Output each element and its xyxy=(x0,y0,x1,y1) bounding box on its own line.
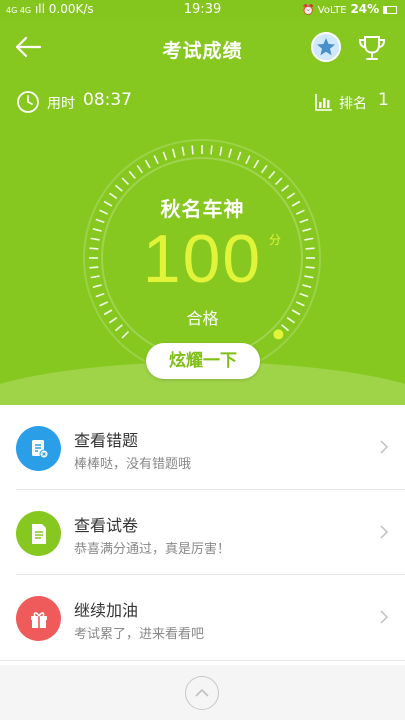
page-title: 考试成绩 xyxy=(162,40,243,62)
list-item-keep-going[interactable]: 继续加油 考试累了，进来看看吧 xyxy=(0,575,405,659)
status-bar: 4G 4G ıll 0.00K/s 19:39 ⏰ VoLTE 24% xyxy=(0,0,405,20)
scroll-up-button[interactable] xyxy=(185,676,219,710)
pass-status: 合格 xyxy=(186,309,219,328)
gauge-tick xyxy=(144,159,151,169)
time-label: 用时 xyxy=(47,96,75,112)
gauge-tick xyxy=(121,330,130,339)
action-list: 查看错题 棒棒哒，没有错题哦 查看试卷 恭喜满分通过，真是厉害！ 继续加油 考试… xyxy=(0,405,405,665)
time-value: 08:37 xyxy=(83,90,132,110)
gauge-tick xyxy=(114,184,123,192)
chevron-right-icon xyxy=(380,610,389,624)
clock-icon xyxy=(17,91,39,113)
list-item-exam-paper[interactable]: 查看试卷 恭喜满分通过，真是厉害！ xyxy=(0,490,405,574)
gauge-tick xyxy=(136,164,144,174)
gauge-tick xyxy=(181,146,185,156)
battery-level: 24% xyxy=(350,2,380,16)
gift-icon xyxy=(16,596,61,641)
gauge-tick xyxy=(171,148,176,158)
share-button[interactable]: 炫耀一下 xyxy=(146,343,260,379)
gauge-tick xyxy=(219,146,223,156)
star-icon xyxy=(317,38,335,56)
stats-row: 用时 08:37 排名 1 xyxy=(0,88,405,116)
item-subtitle: 恭喜满分通过，真是厉害！ xyxy=(74,542,231,557)
level-title: 秋名车神 xyxy=(160,197,245,221)
trophy-icon[interactable] xyxy=(357,33,387,63)
chevron-right-icon xyxy=(380,525,389,539)
gauge-tick xyxy=(268,170,276,179)
chevron-up-icon xyxy=(195,688,209,697)
bottom-bar xyxy=(0,665,405,720)
battery-icon xyxy=(383,5,397,14)
gauge-tick xyxy=(191,145,194,155)
item-subtitle: 考试累了，进来看看吧 xyxy=(74,627,205,642)
status-right: ⏰ VoLTE 24% xyxy=(302,2,397,16)
gauge-tick xyxy=(121,177,130,186)
item-title: 继续加油 xyxy=(74,601,139,620)
rank-value: 1 xyxy=(378,90,389,110)
alarm-icon: ⏰ VoLTE xyxy=(302,5,347,16)
item-subtitle: 棒棒哒，没有错题哦 xyxy=(74,457,192,472)
star-badge-icon[interactable] xyxy=(311,32,341,62)
gauge-tick xyxy=(260,164,268,174)
list-item-wrong-answers[interactable]: 查看错题 棒棒哒，没有错题哦 xyxy=(0,405,405,489)
gauge-indicator xyxy=(273,329,284,340)
score-unit: 分 xyxy=(269,233,282,247)
item-title: 查看试卷 xyxy=(74,516,139,535)
gauge-tick xyxy=(274,177,283,186)
gauge-tick xyxy=(162,151,168,161)
gauge-tick xyxy=(281,184,290,192)
gauge-tick xyxy=(253,159,260,169)
gauge-tick xyxy=(228,148,233,158)
gauge-tick xyxy=(153,155,159,165)
divider xyxy=(0,660,405,661)
gauge-tick xyxy=(128,170,136,179)
wrong-answers-icon xyxy=(16,426,61,471)
item-title: 查看错题 xyxy=(74,431,139,450)
gauge-tick xyxy=(245,155,251,165)
rank-label: 排名 xyxy=(339,96,367,112)
bar-chart-icon xyxy=(315,94,332,111)
score-value: 100 xyxy=(142,221,263,297)
gauge-tick xyxy=(236,151,242,161)
gauge-tick xyxy=(210,145,213,155)
exam-paper-icon xyxy=(16,511,61,556)
top-bar: 考试成绩 xyxy=(0,20,405,74)
chevron-right-icon xyxy=(380,440,389,454)
